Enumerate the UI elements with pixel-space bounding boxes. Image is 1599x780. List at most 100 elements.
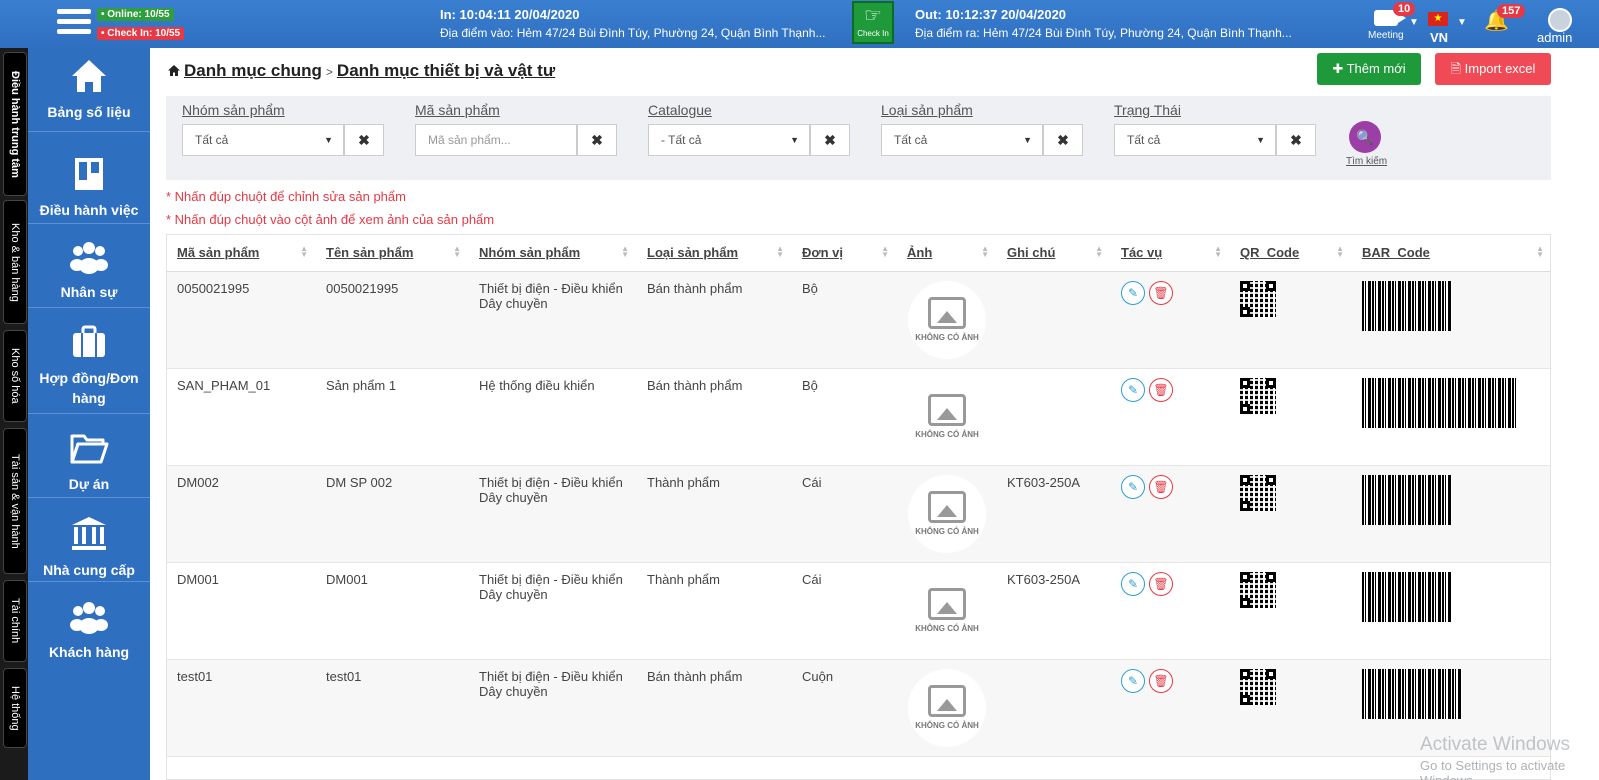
board-icon bbox=[75, 158, 103, 190]
sidebar-item-nhan-su[interactable]: Nhân sự bbox=[28, 224, 150, 308]
cell-image[interactable]: KHÔNG CÓ ẢNH bbox=[897, 562, 997, 660]
cell-name: DM SP 002 bbox=[316, 465, 469, 563]
column-header-barcode[interactable]: BAR_Code ▲ ▼ bbox=[1352, 235, 1550, 272]
edit-icon[interactable]: ✎ bbox=[1121, 571, 1145, 596]
cell-name: 0050021995 bbox=[316, 271, 469, 369]
breadcrumb-current-link[interactable]: Danh mục thiết bị và vật tư bbox=[337, 61, 555, 80]
sidebar-item-nha-cung-cap[interactable]: Nhà cung cấp bbox=[28, 498, 150, 582]
cell-unit: Cái bbox=[792, 465, 897, 563]
clear-product-group-button[interactable]: ✖ bbox=[344, 124, 384, 156]
sidebar-item-bang-so-lieu[interactable]: Bảng số liệu bbox=[28, 48, 150, 132]
no-image-icon[interactable]: KHÔNG CÓ ẢNH bbox=[908, 668, 986, 747]
tab-tai-san-van-hanh[interactable]: Tài sản & vận hành bbox=[3, 428, 27, 574]
cell-image[interactable]: KHÔNG CÓ ẢNH bbox=[897, 465, 997, 563]
breadcrumb-root-link[interactable]: Danh mục chung bbox=[184, 61, 322, 80]
check-in-info: In: 10:04:11 20/04/2020 Địa điểm vào: Hẻ… bbox=[440, 7, 838, 40]
column-header-unit[interactable]: Đơn vị ▲ ▼ bbox=[792, 235, 897, 272]
column-header-type[interactable]: Loại sản phẩm ▲ ▼ bbox=[637, 235, 792, 272]
table-row[interactable]: SAN_PHAM_01 Sản phẩm 1 Hệ thống điều khiển… bbox=[167, 368, 1550, 466]
table-row[interactable]: DM001 DM001 Thiết bị điện - Điều khiển Dây… bbox=[167, 562, 1550, 660]
catalogue-select[interactable]: - Tất cả ▼ bbox=[648, 124, 810, 156]
trash-icon[interactable]: 🗑 bbox=[1149, 280, 1173, 305]
product-code-input[interactable]: Mã sản phẩm... bbox=[415, 124, 577, 156]
tab-dieu-hanh-trung-tam[interactable]: Điều hành trung tâm bbox=[3, 52, 27, 196]
sidebar-item-label: Khách hàng bbox=[48, 644, 130, 660]
clear-catalogue-button[interactable]: ✖ bbox=[810, 124, 850, 156]
no-image-icon[interactable]: KHÔNG CÓ ẢNH bbox=[908, 377, 986, 456]
column-header-code[interactable]: Mã sản phẩm ▲ ▼ bbox=[167, 235, 316, 272]
cell-barcode bbox=[1352, 465, 1550, 563]
table-row[interactable]: 0050021995 0050021995 Thiết bị điện - Điều… bbox=[167, 271, 1550, 369]
cell-code: DM001 bbox=[167, 562, 316, 660]
cell-code: test01 bbox=[167, 659, 316, 757]
cell-image[interactable]: KHÔNG CÓ ẢNH bbox=[897, 659, 997, 757]
column-header-image[interactable]: Ảnh ▲ ▼ bbox=[897, 235, 997, 272]
cell-group: Thiết bị điện - Điều khiển Dây chuyền bbox=[469, 659, 637, 757]
cell-name: DM001 bbox=[316, 562, 469, 660]
column-header-note[interactable]: Ghi chú ▲ ▼ bbox=[997, 235, 1111, 272]
tab-kho-ban-hang[interactable]: Kho & bán hàng bbox=[3, 200, 27, 324]
edit-icon[interactable]: ✎ bbox=[1121, 280, 1145, 305]
tab-tai-chinh[interactable]: Tài chính bbox=[3, 580, 27, 662]
cell-image[interactable]: KHÔNG CÓ ẢNH bbox=[897, 271, 997, 369]
no-image-label: KHÔNG CÓ ẢNH bbox=[915, 332, 979, 342]
trash-icon[interactable]: 🗑 bbox=[1149, 668, 1173, 693]
checkin-count-badge: • Check In: 10/55 bbox=[97, 27, 185, 40]
column-header-qr[interactable]: QR_Code ▲ ▼ bbox=[1230, 235, 1352, 272]
bank-icon bbox=[72, 517, 106, 550]
status-select[interactable]: Tất cả ▼ bbox=[1114, 124, 1276, 156]
clear-status-button[interactable]: ✖ bbox=[1276, 124, 1316, 156]
trash-icon[interactable]: 🗑 bbox=[1149, 474, 1173, 499]
edit-icon[interactable]: ✎ bbox=[1121, 377, 1145, 402]
search-button[interactable]: 🔍 bbox=[1349, 121, 1381, 153]
import-excel-button[interactable]: 🗎 Import excel bbox=[1435, 53, 1551, 85]
edit-icon[interactable]: ✎ bbox=[1121, 668, 1145, 693]
tab-kho-so-hoa[interactable]: Kho số hóa bbox=[3, 330, 27, 422]
chevron-down-icon[interactable]: ▼ bbox=[1409, 17, 1419, 28]
trash-icon[interactable]: 🗑 bbox=[1149, 571, 1173, 596]
import-excel-label: Import excel bbox=[1464, 61, 1536, 76]
plus-icon: ✚ bbox=[1332, 61, 1347, 76]
product-type-select[interactable]: Tất cả ▼ bbox=[881, 124, 1043, 156]
cell-image[interactable]: KHÔNG CÓ ẢNH bbox=[897, 368, 997, 466]
trash-icon[interactable]: 🗑 bbox=[1149, 377, 1173, 402]
cell-qr bbox=[1230, 659, 1352, 757]
column-header-actions[interactable]: Tác vụ ▲ ▼ bbox=[1111, 235, 1230, 272]
cell-barcode bbox=[1352, 562, 1550, 660]
search-label[interactable]: Tìm kiếm bbox=[1346, 156, 1387, 167]
tab-he-thong[interactable]: Hệ thống bbox=[3, 668, 27, 748]
cell-note: KT603-250A bbox=[997, 562, 1111, 660]
no-image-icon[interactable]: KHÔNG CÓ ẢNH bbox=[908, 571, 986, 650]
clear-product-code-button[interactable]: ✖ bbox=[577, 124, 617, 156]
sidebar-item-dieu-hanh-viec[interactable]: Điều hành việc bbox=[28, 132, 150, 224]
sidebar-item-khach-hang[interactable]: Khách hàng bbox=[28, 582, 150, 666]
filter-label: Nhóm sản phẩm bbox=[182, 102, 285, 118]
table-row[interactable]: test01 test01 Thiết bị điện - Điều khiển D… bbox=[167, 659, 1550, 757]
search-icon: 🔍 bbox=[1356, 129, 1374, 145]
online-badge: • Online: 10/55 bbox=[97, 8, 174, 21]
no-image-icon[interactable]: KHÔNG CÓ ẢNH bbox=[908, 474, 986, 553]
chevron-down-icon[interactable]: ▼ bbox=[1457, 17, 1467, 28]
column-header-group[interactable]: Nhóm sản phẩm ▲ ▼ bbox=[469, 235, 637, 272]
customers-icon bbox=[70, 602, 108, 634]
edit-icon[interactable]: ✎ bbox=[1121, 474, 1145, 499]
folder-icon bbox=[70, 434, 109, 464]
add-new-button[interactable]: ✚ Thêm mới bbox=[1317, 53, 1421, 85]
product-group-select[interactable]: Tất cả ▼ bbox=[182, 124, 344, 156]
cell-barcode bbox=[1352, 368, 1550, 466]
no-image-label: KHÔNG CÓ ẢNH bbox=[915, 720, 979, 730]
check-in-button[interactable]: ☞ Check In bbox=[852, 1, 894, 44]
sidebar-item-hop-dong[interactable]: Hợp đồng/Đơn hàng bbox=[28, 308, 150, 414]
clear-product-type-button[interactable]: ✖ bbox=[1043, 124, 1083, 156]
filter-group-product-type: Loại sản phẩm Tất cả ▼ ✖ bbox=[865, 102, 1083, 156]
no-image-icon[interactable]: KHÔNG CÓ ẢNH bbox=[908, 280, 986, 359]
home-icon bbox=[72, 60, 106, 92]
table-row[interactable]: DM002 DM SP 002 Thiết bị điện - Điều khiển… bbox=[167, 465, 1550, 563]
vietnam-flag-icon[interactable]: ★ bbox=[1428, 12, 1448, 26]
column-header-name[interactable]: Tên sản phẩm ▲ ▼ bbox=[316, 235, 469, 272]
menu-toggle-button[interactable] bbox=[57, 9, 91, 37]
filter-group-catalogue: Catalogue - Tất cả ▼ ✖ bbox=[632, 102, 850, 156]
sidebar-item-du-an[interactable]: Dự án bbox=[28, 414, 150, 498]
cell-actions: ✎ 🗑 bbox=[1111, 465, 1230, 563]
avatar[interactable] bbox=[1548, 8, 1572, 32]
